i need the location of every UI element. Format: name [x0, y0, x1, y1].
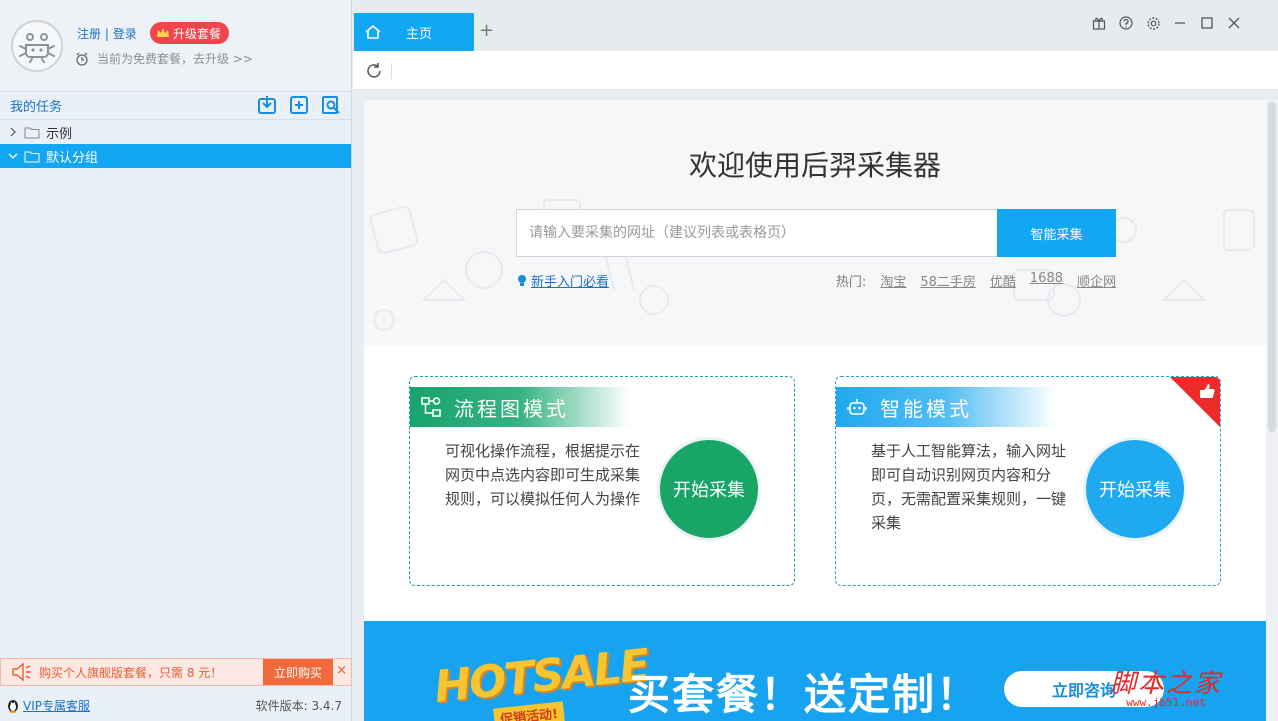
upgrade-plan-button[interactable]: 升级套餐: [150, 22, 230, 44]
flowchart-start-button[interactable]: 开始采集: [657, 437, 761, 541]
user-panel: 注册 | 登录 升级套餐 当前为免费套餐，去升级 >>: [0, 0, 351, 92]
promo-bar: 购买个人旗舰版套餐，只需 8 元！ 立即购买 ×: [0, 658, 352, 686]
add-task-icon: [290, 96, 308, 114]
home-icon: [354, 24, 392, 40]
banner-slogan: 买套餐！送定制！: [628, 670, 981, 719]
settings-button[interactable]: [1145, 15, 1161, 31]
alarm-clock-icon: [76, 52, 88, 66]
hot-link-youku[interactable]: 优酷: [990, 271, 1016, 290]
tab-bar: 主页 +: [353, 0, 1278, 51]
flowchart-mode-title: 流程图模式: [454, 396, 569, 421]
tasks-header: 我的任务: [0, 92, 351, 120]
close-icon[interactable]: ×: [336, 663, 347, 678]
flowchart-icon: [421, 397, 441, 417]
beginner-guide-label: 新手入门必看: [531, 275, 610, 290]
window-controls: [1091, 15, 1242, 31]
speaker-icon: [12, 663, 31, 681]
robot-crab-icon: [19, 33, 55, 63]
new-task-button[interactable]: [289, 95, 309, 115]
smart-mode-card: 智能模式 基于人工智能算法，输入网址即可自动识别网页内容和分页，无需配置采集规则…: [835, 376, 1221, 586]
gift-button[interactable]: [1091, 15, 1107, 31]
close-icon: [1228, 17, 1240, 29]
import-icon: [258, 96, 276, 114]
home-page: 欢迎使用后羿采集器 智能采集 新手入门必看 热门: 淘宝 58二手房 优酷 16…: [364, 100, 1266, 721]
help-icon: [1119, 16, 1133, 30]
search-task-icon: [322, 96, 340, 114]
smart-collect-button[interactable]: 智能采集: [997, 209, 1116, 257]
url-input[interactable]: [516, 209, 998, 257]
add-tab-button[interactable]: +: [479, 21, 494, 41]
search-task-button[interactable]: [321, 95, 341, 115]
folder-icon: [24, 127, 40, 138]
plan-status-text: 当前为免费套餐，去升级 >>: [97, 52, 253, 66]
site-watermark: 脚本之家 www.jb51.net: [1110, 663, 1222, 709]
sidebar-footer: VIP专属客服 软件版本: 3.4.7: [0, 690, 352, 721]
minimize-button[interactable]: [1172, 15, 1188, 31]
auth-links: 注册 | 登录: [77, 25, 137, 42]
flowchart-mode-card: 流程图模式 可视化操作流程，根据提示在网页中点选内容即可生成采集规则，可以模拟任…: [409, 376, 795, 586]
robot-icon: [847, 399, 867, 415]
folder-icon: [24, 151, 40, 162]
hot-label: 热门:: [835, 275, 867, 290]
plan-status[interactable]: 当前为免费套餐，去升级 >>: [75, 50, 253, 67]
hot-link-shunqi[interactable]: 顺企网: [1077, 271, 1116, 290]
hot-link-58[interactable]: 58二手房: [920, 271, 976, 290]
address-bar: [353, 51, 1278, 90]
hotsale-logo: HOTSALE: [431, 639, 651, 714]
help-button[interactable]: [1118, 15, 1134, 31]
hot-sites: 热门: 淘宝 58二手房 优酷 1688 顺企网: [836, 271, 1116, 290]
gift-icon: [1092, 17, 1106, 30]
smart-mode-desc: 基于人工智能算法，输入网址即可自动识别网页内容和分页，无需配置采集规则，一键采集: [871, 442, 1067, 532]
address-divider: [391, 63, 392, 79]
tree-item-default-group[interactable]: 默认分组: [0, 144, 351, 168]
maximize-button[interactable]: [1199, 15, 1215, 31]
auth-divider: |: [101, 27, 113, 41]
hot-link-1688[interactable]: 1688: [1030, 271, 1063, 290]
sidebar: 注册 | 登录 升级套餐 当前为免费套餐，去升级 >> 我的任务 示例 默认分组…: [0, 0, 352, 721]
vip-support-label: VIP专属客服: [23, 699, 90, 713]
vip-support-link[interactable]: VIP专属客服: [6, 697, 90, 714]
lightbulb-icon: [518, 274, 526, 286]
watermark-url: www.jb51.net: [1126, 696, 1206, 709]
close-window-button[interactable]: [1226, 15, 1242, 31]
task-toolbar: [257, 95, 341, 115]
maximize-icon: [1201, 17, 1213, 29]
version-label: 软件版本: 3.4.7: [255, 699, 342, 713]
chevron-down-icon[interactable]: [8, 152, 18, 160]
minimize-icon: [1175, 22, 1185, 24]
chevron-right-icon[interactable]: [8, 127, 18, 137]
upgrade-plan-label: 升级套餐: [173, 26, 222, 41]
buy-now-button[interactable]: 立即购买: [263, 659, 333, 685]
gear-icon: [1146, 16, 1160, 30]
smart-mode-header: 智能模式: [836, 387, 1056, 427]
tasks-title: 我的任务: [10, 100, 63, 115]
scrollbar-thumb[interactable]: [1268, 102, 1276, 432]
smart-start-button[interactable]: 开始采集: [1083, 437, 1187, 541]
smart-mode-title: 智能模式: [880, 396, 972, 421]
flowchart-mode-desc: 可视化操作流程，根据提示在网页中点选内容即可生成采集规则，可以模拟任何人为操作: [445, 442, 641, 508]
tree-item-label: 默认分组: [46, 150, 99, 166]
register-link[interactable]: 注册: [77, 27, 101, 41]
content-scrollbar[interactable]: [1266, 100, 1278, 721]
flowchart-mode-header: 流程图模式: [410, 387, 630, 427]
import-task-button[interactable]: [257, 95, 277, 115]
avatar[interactable]: [11, 20, 63, 72]
penguin-icon: [8, 700, 18, 713]
hero-section: 欢迎使用后羿采集器 智能采集 新手入门必看 热门: 淘宝 58二手房 优酷 16…: [364, 100, 1266, 346]
crown-icon: [157, 28, 169, 37]
tab-home[interactable]: 主页: [354, 13, 474, 51]
watermark-text: 脚本之家: [1110, 669, 1223, 699]
beginner-guide-link[interactable]: 新手入门必看: [516, 271, 609, 290]
refresh-icon[interactable]: [365, 62, 383, 80]
tab-home-label: 主页: [406, 26, 433, 42]
thumbs-up-icon: [1170, 377, 1220, 427]
welcome-title: 欢迎使用后羿采集器: [688, 149, 941, 182]
tree-item-example[interactable]: 示例: [0, 120, 351, 144]
promo-text: 购买个人旗舰版套餐，只需 8 元！: [39, 665, 223, 680]
hot-link-taobao[interactable]: 淘宝: [880, 271, 906, 290]
tree-item-label: 示例: [46, 126, 73, 142]
login-link[interactable]: 登录: [113, 27, 137, 41]
